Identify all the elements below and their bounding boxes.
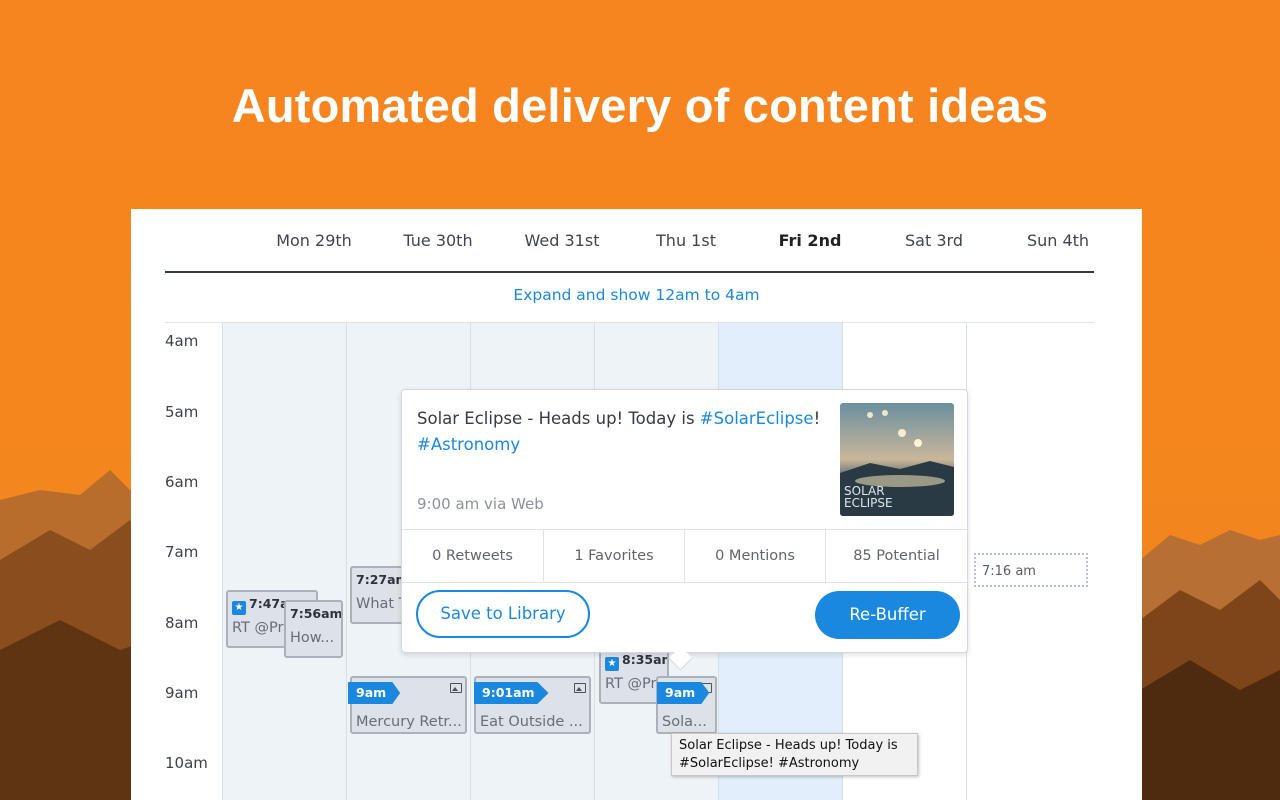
hour-label: 6am <box>165 473 199 491</box>
hashtag-link[interactable]: #Astronomy <box>417 435 520 454</box>
hour-label: 8am <box>165 614 199 632</box>
event-time: 7:27am <box>356 572 405 587</box>
day-header-row: Mon 29th Tue 30th Wed 31st Thu 1st Fri 2… <box>165 209 1094 273</box>
empty-slot[interactable]: 7:16 am <box>974 553 1088 587</box>
post-text-body: ! <box>813 409 821 428</box>
hour-label: 5am <box>165 403 199 421</box>
hour-label: 4am <box>165 332 199 350</box>
event-tooltip: Solar Eclipse - Heads up! Today is #Sola… <box>671 733 918 776</box>
star-icon: ★ <box>605 657 619 671</box>
column-mon[interactable] <box>222 323 347 800</box>
event-text: How... <box>290 630 335 646</box>
page-headline: Automated delivery of content ideas <box>231 79 1049 132</box>
day-header-thu[interactable]: Thu 1st <box>624 231 748 250</box>
post-image-thumbnail[interactable]: SOLAR ECLIPSE <box>840 403 954 516</box>
event-text: Mercury Retr... <box>356 714 462 730</box>
mentions-stat: 0 Mentions <box>684 530 825 582</box>
post-stats-row: 0 Retweets 1 Favorites 0 Mentions 85 Pot… <box>402 529 967 583</box>
save-to-library-button[interactable]: Save to Library <box>416 590 590 638</box>
scheduled-time-tag: 9am <box>657 682 710 704</box>
event-text: Eat Outside ... <box>480 714 583 730</box>
day-header-sat[interactable]: Sat 3rd <box>872 231 996 250</box>
event-text: Sola... <box>662 714 707 730</box>
potential-stat: 85 Potential <box>825 530 967 582</box>
post-meta: 9:00 am via Web <box>417 495 544 513</box>
day-header-sun[interactable]: Sun 4th <box>996 231 1120 250</box>
event-time: 8:35am <box>622 652 667 667</box>
event-text: What T <box>356 596 405 612</box>
image-icon <box>450 683 462 693</box>
post-detail-popup: Solar Eclipse - Heads up! Today is #Sola… <box>401 389 968 671</box>
event-text: RT @Pr <box>232 620 284 636</box>
image-icon <box>574 683 586 693</box>
post-text: Solar Eclipse - Heads up! Today is #Sola… <box>417 406 827 458</box>
rebuffer-button[interactable]: Re-Buffer <box>815 591 960 639</box>
day-header-fri[interactable]: Fri 2nd <box>748 231 872 250</box>
favorites-stat: 1 Favorites <box>543 530 684 582</box>
event-card[interactable]: 7:27am What T <box>350 566 405 624</box>
retweets-stat: 0 Retweets <box>432 548 513 564</box>
day-header-mon[interactable]: Mon 29th <box>252 231 376 250</box>
scheduled-time-tag: 9:01am <box>474 682 549 704</box>
hour-label: 10am <box>165 754 208 772</box>
event-text: RT @Pr <box>605 676 657 692</box>
event-time: 7:56am <box>290 606 343 621</box>
post-text-body: Solar Eclipse - Heads up! Today is <box>417 409 700 428</box>
day-header-tue[interactable]: Tue 30th <box>376 231 500 250</box>
hour-label: 7am <box>165 543 199 561</box>
hour-label: 9am <box>165 684 199 702</box>
thumbnail-caption: ECLIPSE <box>844 496 893 510</box>
day-header-wed[interactable]: Wed 31st <box>500 231 624 250</box>
star-icon: ★ <box>232 601 246 615</box>
scheduled-time-tag: 9am <box>348 682 401 704</box>
hashtag-link[interactable]: #SolarEclipse <box>700 409 814 428</box>
event-card[interactable]: 7:56am How... <box>284 600 343 658</box>
expand-hours-link[interactable]: Expand and show 12am to 4am <box>131 286 1142 304</box>
